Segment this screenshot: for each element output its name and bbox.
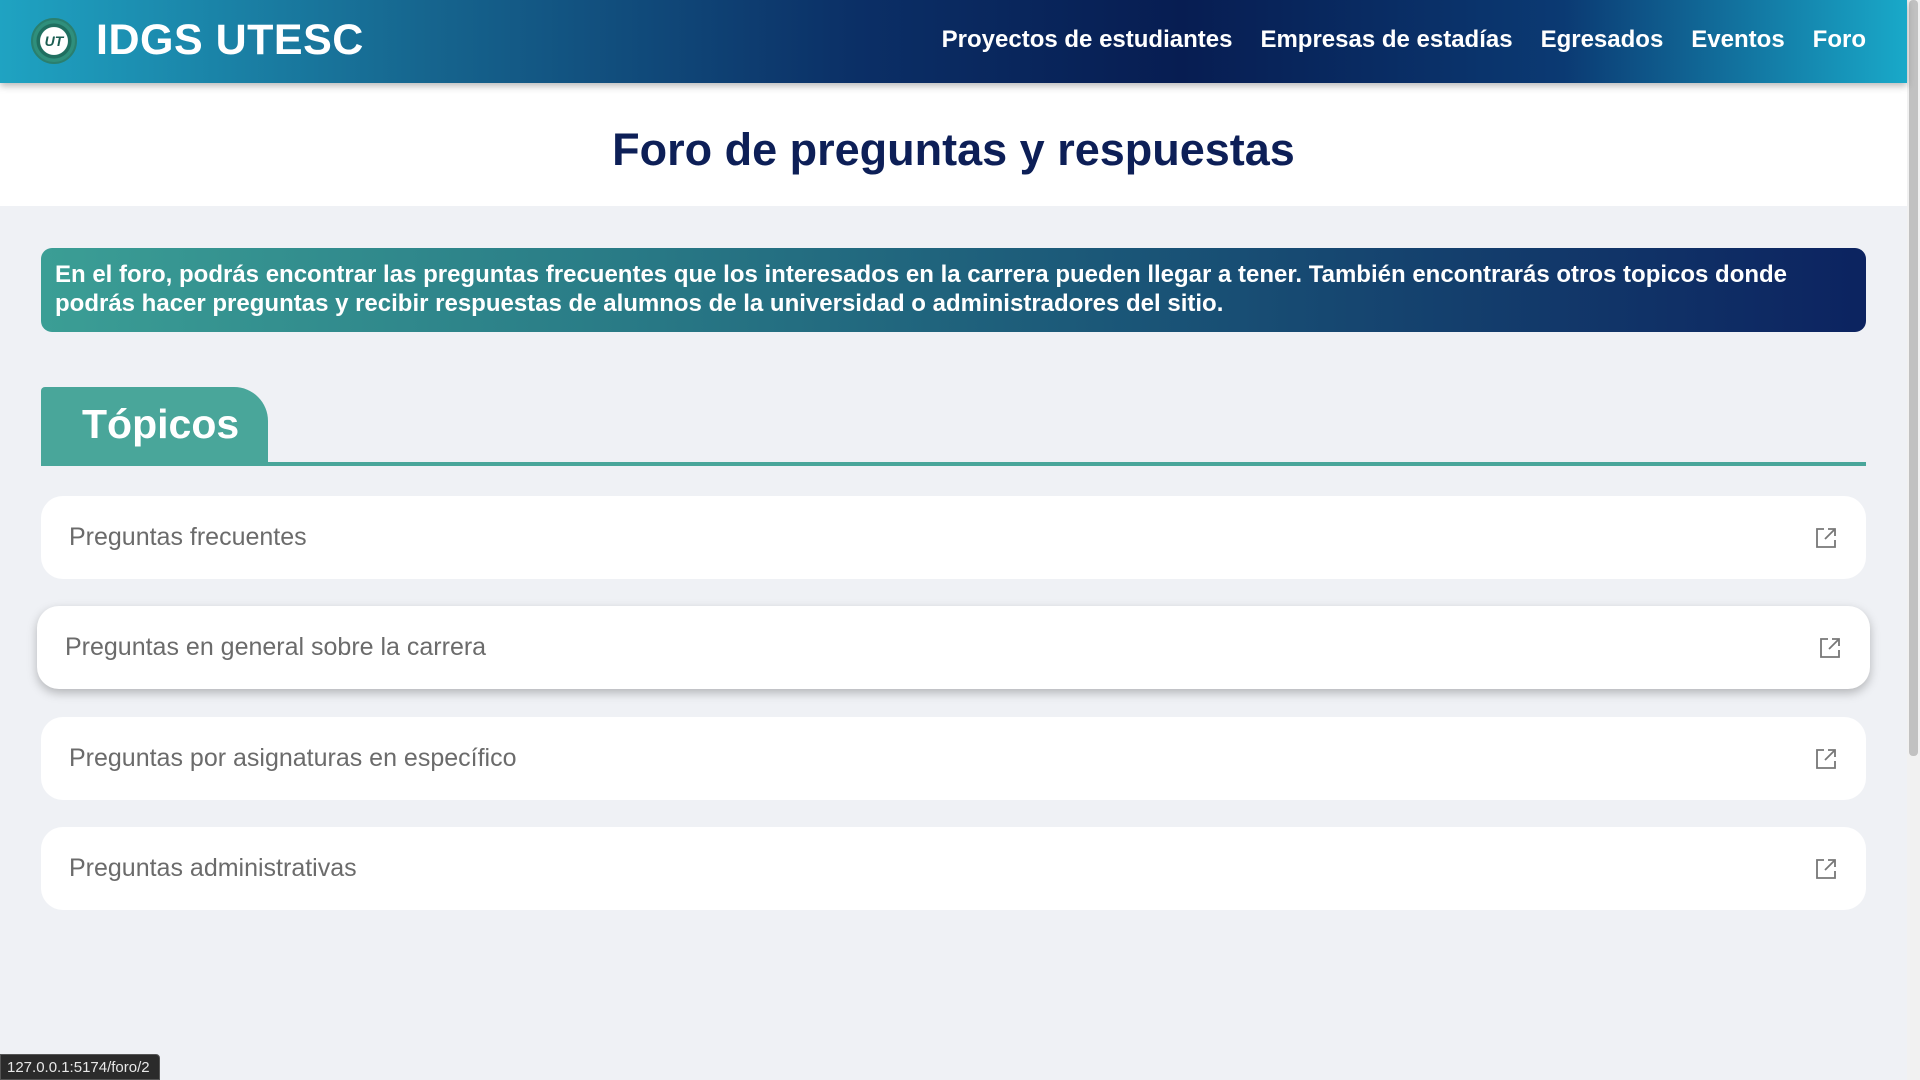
brand-title[interactable]: IDGS UTESC <box>96 16 364 65</box>
utesc-logo[interactable]: UT <box>31 18 77 64</box>
external-link-icon[interactable] <box>1814 747 1838 771</box>
nav-link-eventos[interactable]: Eventos <box>1691 26 1784 54</box>
page: UT IDGS UTESC Proyectos de estudiantes E… <box>0 0 1920 1080</box>
topic-card-general[interactable]: Preguntas en general sobre la carrera <box>37 606 1870 689</box>
page-title: Foro de preguntas y respuestas <box>612 123 1295 175</box>
nav-links: Proyectos de estudiantes Empresas de est… <box>942 26 1866 54</box>
topics-heading: Tópicos <box>41 387 268 463</box>
scrollbar-thumb[interactable] <box>1909 0 1918 756</box>
nav-link-empresas[interactable]: Empresas de estadías <box>1260 26 1512 54</box>
topic-label: Preguntas en general sobre la carrera <box>65 633 487 661</box>
info-banner: En el foro, podrás encontrar las pregunt… <box>41 248 1866 332</box>
status-bar-url: 127.0.0.1:5174/foro/2 <box>0 1054 160 1080</box>
external-link-icon[interactable] <box>1814 526 1838 550</box>
topic-card-frecuentes[interactable]: Preguntas frecuentes <box>41 496 1866 579</box>
topic-label: Preguntas por asignaturas en específico <box>69 744 517 772</box>
nav-link-proyectos[interactable]: Proyectos de estudiantes <box>942 26 1233 54</box>
nav-link-egresados[interactable]: Egresados <box>1541 26 1664 54</box>
navbar: UT IDGS UTESC Proyectos de estudiantes E… <box>0 0 1907 83</box>
nav-link-foro[interactable]: Foro <box>1813 26 1866 54</box>
topic-label: Preguntas frecuentes <box>69 523 307 551</box>
external-link-icon[interactable] <box>1818 636 1842 660</box>
topic-card-administrativas[interactable]: Preguntas administrativas <box>41 827 1866 910</box>
title-band: Foro de preguntas y respuestas <box>0 83 1907 206</box>
topic-card-asignaturas[interactable]: Preguntas por asignaturas en específico <box>41 717 1866 800</box>
topics-divider <box>41 462 1866 466</box>
topic-label: Preguntas administrativas <box>69 854 357 882</box>
external-link-icon[interactable] <box>1814 857 1838 881</box>
logo-text: UT <box>44 33 64 49</box>
